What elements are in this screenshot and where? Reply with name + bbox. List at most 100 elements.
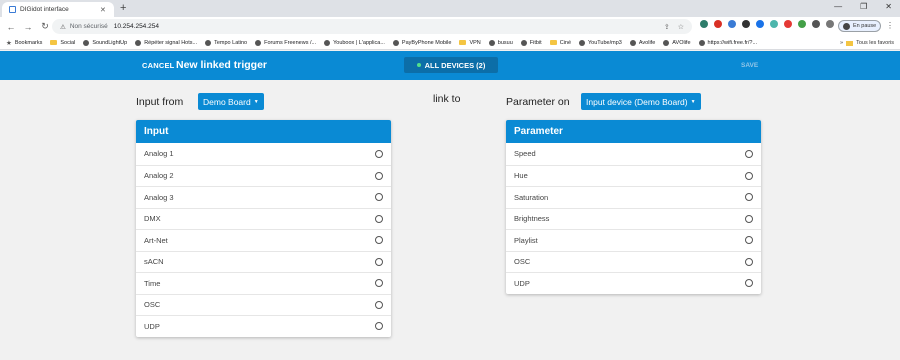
radio-button[interactable] — [375, 322, 383, 331]
bookmark-item[interactable]: VPN — [459, 40, 481, 46]
browser-tab[interactable]: DIGidot interface ✕ — [2, 2, 114, 17]
parameter-option-row[interactable]: UDP — [506, 272, 761, 294]
input-option-label: DMX — [144, 214, 161, 224]
extension-icon[interactable] — [784, 20, 792, 28]
bookmark-label: Avolife — [638, 39, 656, 46]
new-tab-button[interactable]: + — [120, 2, 126, 15]
extension-icon[interactable] — [700, 20, 708, 28]
bookmark-item[interactable]: YouTube/mp3 — [579, 39, 622, 46]
parameter-option-label: Saturation — [514, 192, 549, 202]
input-option-row[interactable]: DMX — [136, 207, 391, 230]
parameter-option-row[interactable]: Speed — [506, 143, 761, 165]
bookmark-label: Fitbit — [529, 39, 542, 46]
bookmark-item[interactable]: Avolife — [629, 39, 656, 46]
radio-button[interactable] — [745, 193, 753, 202]
bookmark-star-icon[interactable]: ☆ — [678, 23, 684, 31]
extension-icon[interactable] — [798, 20, 806, 28]
folder-icon — [50, 40, 58, 45]
bookmarks-more-icon[interactable]: » — [840, 40, 843, 46]
radio-button[interactable] — [375, 257, 383, 266]
radio-button[interactable] — [375, 214, 383, 223]
radio-button[interactable] — [745, 171, 753, 180]
folder-icon — [459, 40, 467, 45]
radio-button[interactable] — [375, 300, 383, 309]
bookmark-item[interactable]: Social — [50, 40, 75, 46]
reload-icon[interactable]: ↻ — [39, 21, 51, 32]
profile-button[interactable]: En pause — [838, 20, 882, 32]
input-option-row[interactable]: Analog 3 — [136, 186, 391, 208]
bookmark-item[interactable]: ★ Bookmarks — [6, 39, 42, 47]
site-icon — [205, 39, 212, 46]
share-icon[interactable]: ⇪ — [664, 23, 670, 31]
bookmark-item[interactable]: Répéter signal Hots... — [135, 39, 197, 46]
input-device-dropdown[interactable]: Demo Board ▼ — [198, 93, 264, 110]
warning-icon[interactable]: ⚠ — [60, 23, 66, 31]
bookmark-item[interactable]: SoundLightUp — [83, 39, 127, 46]
insecure-label: Non sécurisé — [69, 23, 108, 30]
bookmark-item[interactable]: Youboox | L'applica... — [324, 39, 385, 46]
bookmark-label: Ciné — [559, 39, 571, 46]
puzzle-icon[interactable] — [812, 20, 820, 28]
bookmark-item[interactable]: Forums Freenews /... — [255, 39, 317, 46]
parameter-option-row[interactable]: Hue — [506, 164, 761, 187]
bookmark-item[interactable]: Ciné — [549, 39, 571, 46]
input-option-row[interactable]: Art-Net — [136, 229, 391, 251]
bookmark-item[interactable]: PayByPhone Mobile — [392, 39, 451, 46]
parameter-option-label: Playlist — [514, 235, 538, 245]
cancel-button[interactable]: CANCEL — [142, 61, 174, 70]
link-to-label: link to — [433, 93, 461, 105]
all-devices-button[interactable]: ALL DEVICES (2) — [404, 57, 498, 73]
site-icon — [520, 39, 527, 46]
radio-button[interactable] — [375, 149, 383, 158]
parameter-panel-header: Parameter — [506, 120, 761, 143]
save-button[interactable]: SAVE — [741, 62, 758, 69]
radio-button[interactable] — [745, 279, 753, 288]
parameter-list: Speed Hue Saturation Brightness Playlist OSC U… — [506, 143, 761, 294]
radio-button[interactable] — [375, 193, 383, 202]
tab-close-icon[interactable]: ✕ — [100, 6, 114, 14]
window-close-icon[interactable]: ✕ — [885, 2, 892, 11]
browser-menu-icon[interactable]: ⋮ — [886, 21, 894, 30]
parameter-option-row[interactable]: OSC — [506, 250, 761, 273]
parameter-device-dropdown[interactable]: Input device (Demo Board) ▼ — [581, 93, 701, 110]
extension-icon[interactable] — [714, 20, 722, 28]
url-text[interactable]: 10.254.254.254 — [114, 23, 159, 30]
bookmark-label: YouTube/mp3 — [588, 39, 622, 46]
radio-button[interactable] — [375, 279, 383, 288]
extension-icon[interactable] — [742, 20, 750, 28]
input-option-row[interactable]: Analog 1 — [136, 143, 391, 165]
radio-button[interactable] — [745, 236, 753, 245]
input-option-row[interactable]: UDP — [136, 315, 391, 337]
address-bar[interactable]: ⚠ Non sécurisé 10.254.254.254 ⇪ ☆ — [52, 19, 692, 34]
input-option-row[interactable]: sACN — [136, 250, 391, 273]
minimize-icon[interactable]: — — [834, 2, 842, 11]
parameter-option-label: UDP — [514, 278, 530, 288]
back-icon[interactable]: ← — [5, 22, 17, 32]
parameter-option-label: OSC — [514, 257, 531, 267]
radio-button[interactable] — [745, 214, 753, 223]
input-option-row[interactable]: OSC — [136, 293, 391, 316]
input-option-row[interactable]: Analog 2 — [136, 164, 391, 187]
bookmark-item[interactable]: Tempo Latino — [205, 39, 247, 46]
bookmark-item[interactable]: AVOlife — [663, 39, 691, 46]
parameter-option-row[interactable]: Playlist — [506, 229, 761, 251]
radio-button[interactable] — [745, 257, 753, 266]
radio-button[interactable] — [745, 149, 753, 158]
forward-icon[interactable]: → — [22, 22, 34, 32]
sidepanel-icon[interactable] — [826, 20, 834, 28]
extension-icon[interactable] — [770, 20, 778, 28]
parameter-option-row[interactable]: Brightness — [506, 207, 761, 230]
parameter-option-row[interactable]: Saturation — [506, 186, 761, 208]
radio-button[interactable] — [375, 236, 383, 245]
all-bookmarks[interactable]: » Tous les favoris — [840, 40, 894, 46]
input-option-row[interactable]: Time — [136, 272, 391, 294]
bookmark-item[interactable]: https://wifi.free.fr/?... — [698, 39, 757, 46]
extension-icon[interactable] — [756, 20, 764, 28]
radio-button[interactable] — [375, 171, 383, 180]
bookmark-item[interactable]: Fitbit — [520, 39, 542, 46]
input-option-label: Analog 2 — [144, 171, 174, 181]
extension-icon[interactable] — [728, 20, 736, 28]
bookmark-label: Forums Freenews /... — [264, 39, 317, 46]
restore-icon[interactable]: ❐ — [860, 2, 867, 11]
bookmark-item[interactable]: busuu — [488, 39, 513, 46]
